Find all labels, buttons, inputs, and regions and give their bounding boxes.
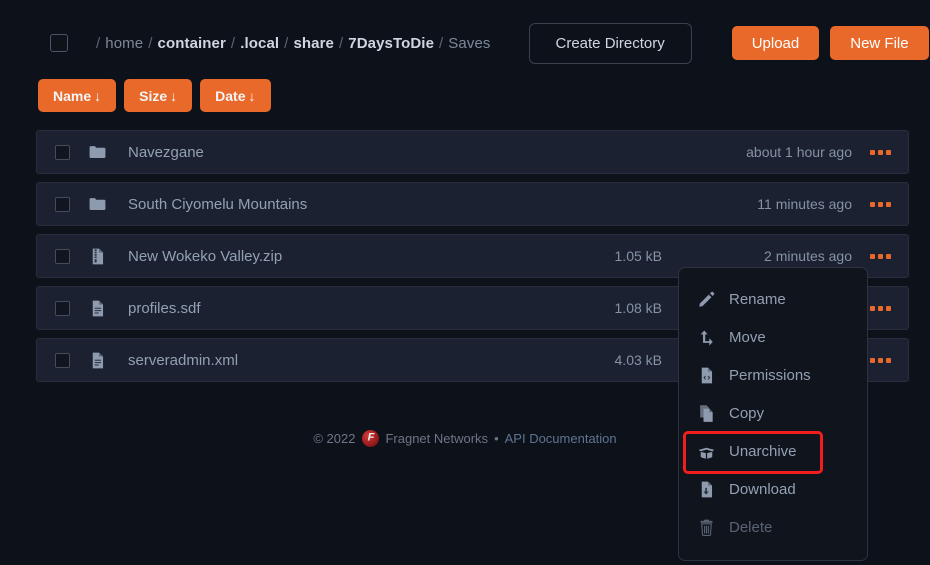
- context-menu-item-unarchive[interactable]: Unarchive: [679, 431, 867, 474]
- fragnet-logo-icon: F: [362, 430, 380, 447]
- new-file-button[interactable]: New File: [830, 26, 929, 60]
- context-menu-item-label: Copy: [729, 404, 765, 422]
- sort-name-button[interactable]: Name ↓: [38, 79, 117, 112]
- row-checkbox[interactable]: [55, 352, 70, 368]
- file-size: 1.08 kB: [614, 300, 662, 316]
- context-menu-item-label: Rename: [729, 290, 786, 308]
- context-menu-item-move[interactable]: Move: [679, 318, 867, 356]
- fragnet-logo-glyph: F: [367, 431, 375, 444]
- file-archive-icon: [88, 247, 107, 266]
- file-manager-page: / home / container / .local / share/7DaysToDie /…: [0, 0, 930, 565]
- select-all-checkbox[interactable]: [50, 34, 68, 52]
- box-open-icon: [696, 441, 716, 461]
- file-download-icon: [696, 479, 716, 499]
- sort-size-button[interactable]: Size ↓: [124, 79, 193, 112]
- file-date: 2 minutes ago: [764, 248, 852, 264]
- sort-direction-arrow: ↓: [94, 87, 102, 104]
- context-menu-item-permissions[interactable]: Permissions: [679, 356, 867, 394]
- row-checkbox[interactable]: [55, 196, 70, 212]
- file-name[interactable]: South Ciyomelu Mountains: [128, 196, 307, 213]
- breadcrumb-item-saves[interactable]: Saves: [448, 35, 490, 52]
- context-menu: Rename Move Permissions Copy Unarchive Downlo…: [678, 267, 868, 561]
- context-menu-item-label: Delete: [729, 518, 773, 536]
- sort-direction-arrow: ↓: [248, 87, 256, 104]
- row-checkbox[interactable]: [55, 300, 70, 316]
- file-name[interactable]: Navezgane: [128, 144, 204, 161]
- footer-separator: •: [494, 431, 499, 446]
- api-documentation-link[interactable]: API Documentation: [505, 431, 617, 446]
- breadcrumb-item-container[interactable]: container: [158, 35, 226, 52]
- breadcrumb-separator: /: [230, 34, 236, 52]
- trash-icon: [696, 517, 716, 537]
- row-checkbox[interactable]: [55, 248, 70, 264]
- file-date: about 1 hour ago: [746, 144, 852, 160]
- arrow-move-icon: [696, 327, 716, 347]
- breadcrumb-separator: /: [148, 34, 153, 52]
- context-menu-item-label: Permissions: [729, 366, 811, 384]
- row-checkbox[interactable]: [55, 144, 70, 160]
- create-directory-button[interactable]: Create Directory: [528, 22, 692, 64]
- folder-icon: [88, 143, 107, 162]
- file-code-icon: [696, 365, 716, 385]
- sort-label: Size: [139, 87, 168, 104]
- breadcrumb: / home / container / .local / share/7DaysToDie /…: [91, 35, 491, 52]
- copy-icon: [696, 403, 716, 423]
- breadcrumb-separator: /: [439, 34, 444, 52]
- file-name[interactable]: profiles.sdf: [128, 300, 201, 317]
- folder-icon: [88, 195, 107, 214]
- pencil-icon: [696, 289, 716, 309]
- breadcrumb-item-7daystodie[interactable]: 7DaysToDie: [348, 35, 434, 52]
- context-menu-item-copy[interactable]: Copy: [679, 394, 867, 432]
- row-actions-button[interactable]: [852, 149, 908, 155]
- copyright-text: © 2022: [313, 431, 356, 446]
- row-actions-button[interactable]: [852, 201, 908, 207]
- file-size: 4.03 kB: [614, 352, 662, 368]
- context-menu-item-delete: Delete: [679, 508, 867, 546]
- breadcrumb-item-share[interactable]: share: [293, 35, 334, 52]
- upload-button[interactable]: Upload: [731, 26, 820, 60]
- context-menu-item-label: Unarchive: [729, 442, 797, 460]
- file-icon: [88, 299, 107, 318]
- breadcrumb-separator: /: [96, 34, 101, 52]
- context-menu-item-download[interactable]: Download: [679, 470, 867, 508]
- file-date: 11 minutes ago: [757, 196, 852, 212]
- breadcrumb-separator: /: [284, 34, 289, 52]
- context-menu-item-label: Move: [729, 328, 766, 346]
- table-row[interactable]: Navezgane about 1 hour ago: [36, 130, 909, 174]
- sort-label: Name: [53, 87, 92, 104]
- context-menu-item-rename[interactable]: Rename: [679, 280, 867, 318]
- sort-controls: Name ↓ Size ↓ Date ↓: [38, 79, 271, 112]
- breadcrumb-item-home[interactable]: home: [105, 35, 143, 52]
- table-row[interactable]: South Ciyomelu Mountains 11 minutes ago: [36, 182, 909, 226]
- breadcrumb-separator: /: [338, 34, 344, 52]
- row-actions-button[interactable]: [852, 253, 908, 259]
- file-name[interactable]: New Wokeko Valley.zip: [128, 248, 282, 265]
- sort-label: Date: [215, 87, 246, 104]
- brand-name: Fragnet Networks: [385, 431, 489, 446]
- context-menu-item-label: Download: [729, 480, 796, 498]
- file-name[interactable]: serveradmin.xml: [128, 352, 238, 369]
- header-bar: / home / container / .local / share/7DaysToDie /…: [0, 22, 930, 64]
- sort-date-button[interactable]: Date ↓: [200, 79, 271, 112]
- sort-direction-arrow: ↓: [170, 87, 178, 104]
- file-icon: [88, 351, 107, 370]
- breadcrumb-item-local[interactable]: .local: [240, 35, 279, 52]
- file-size: 1.05 kB: [614, 248, 662, 264]
